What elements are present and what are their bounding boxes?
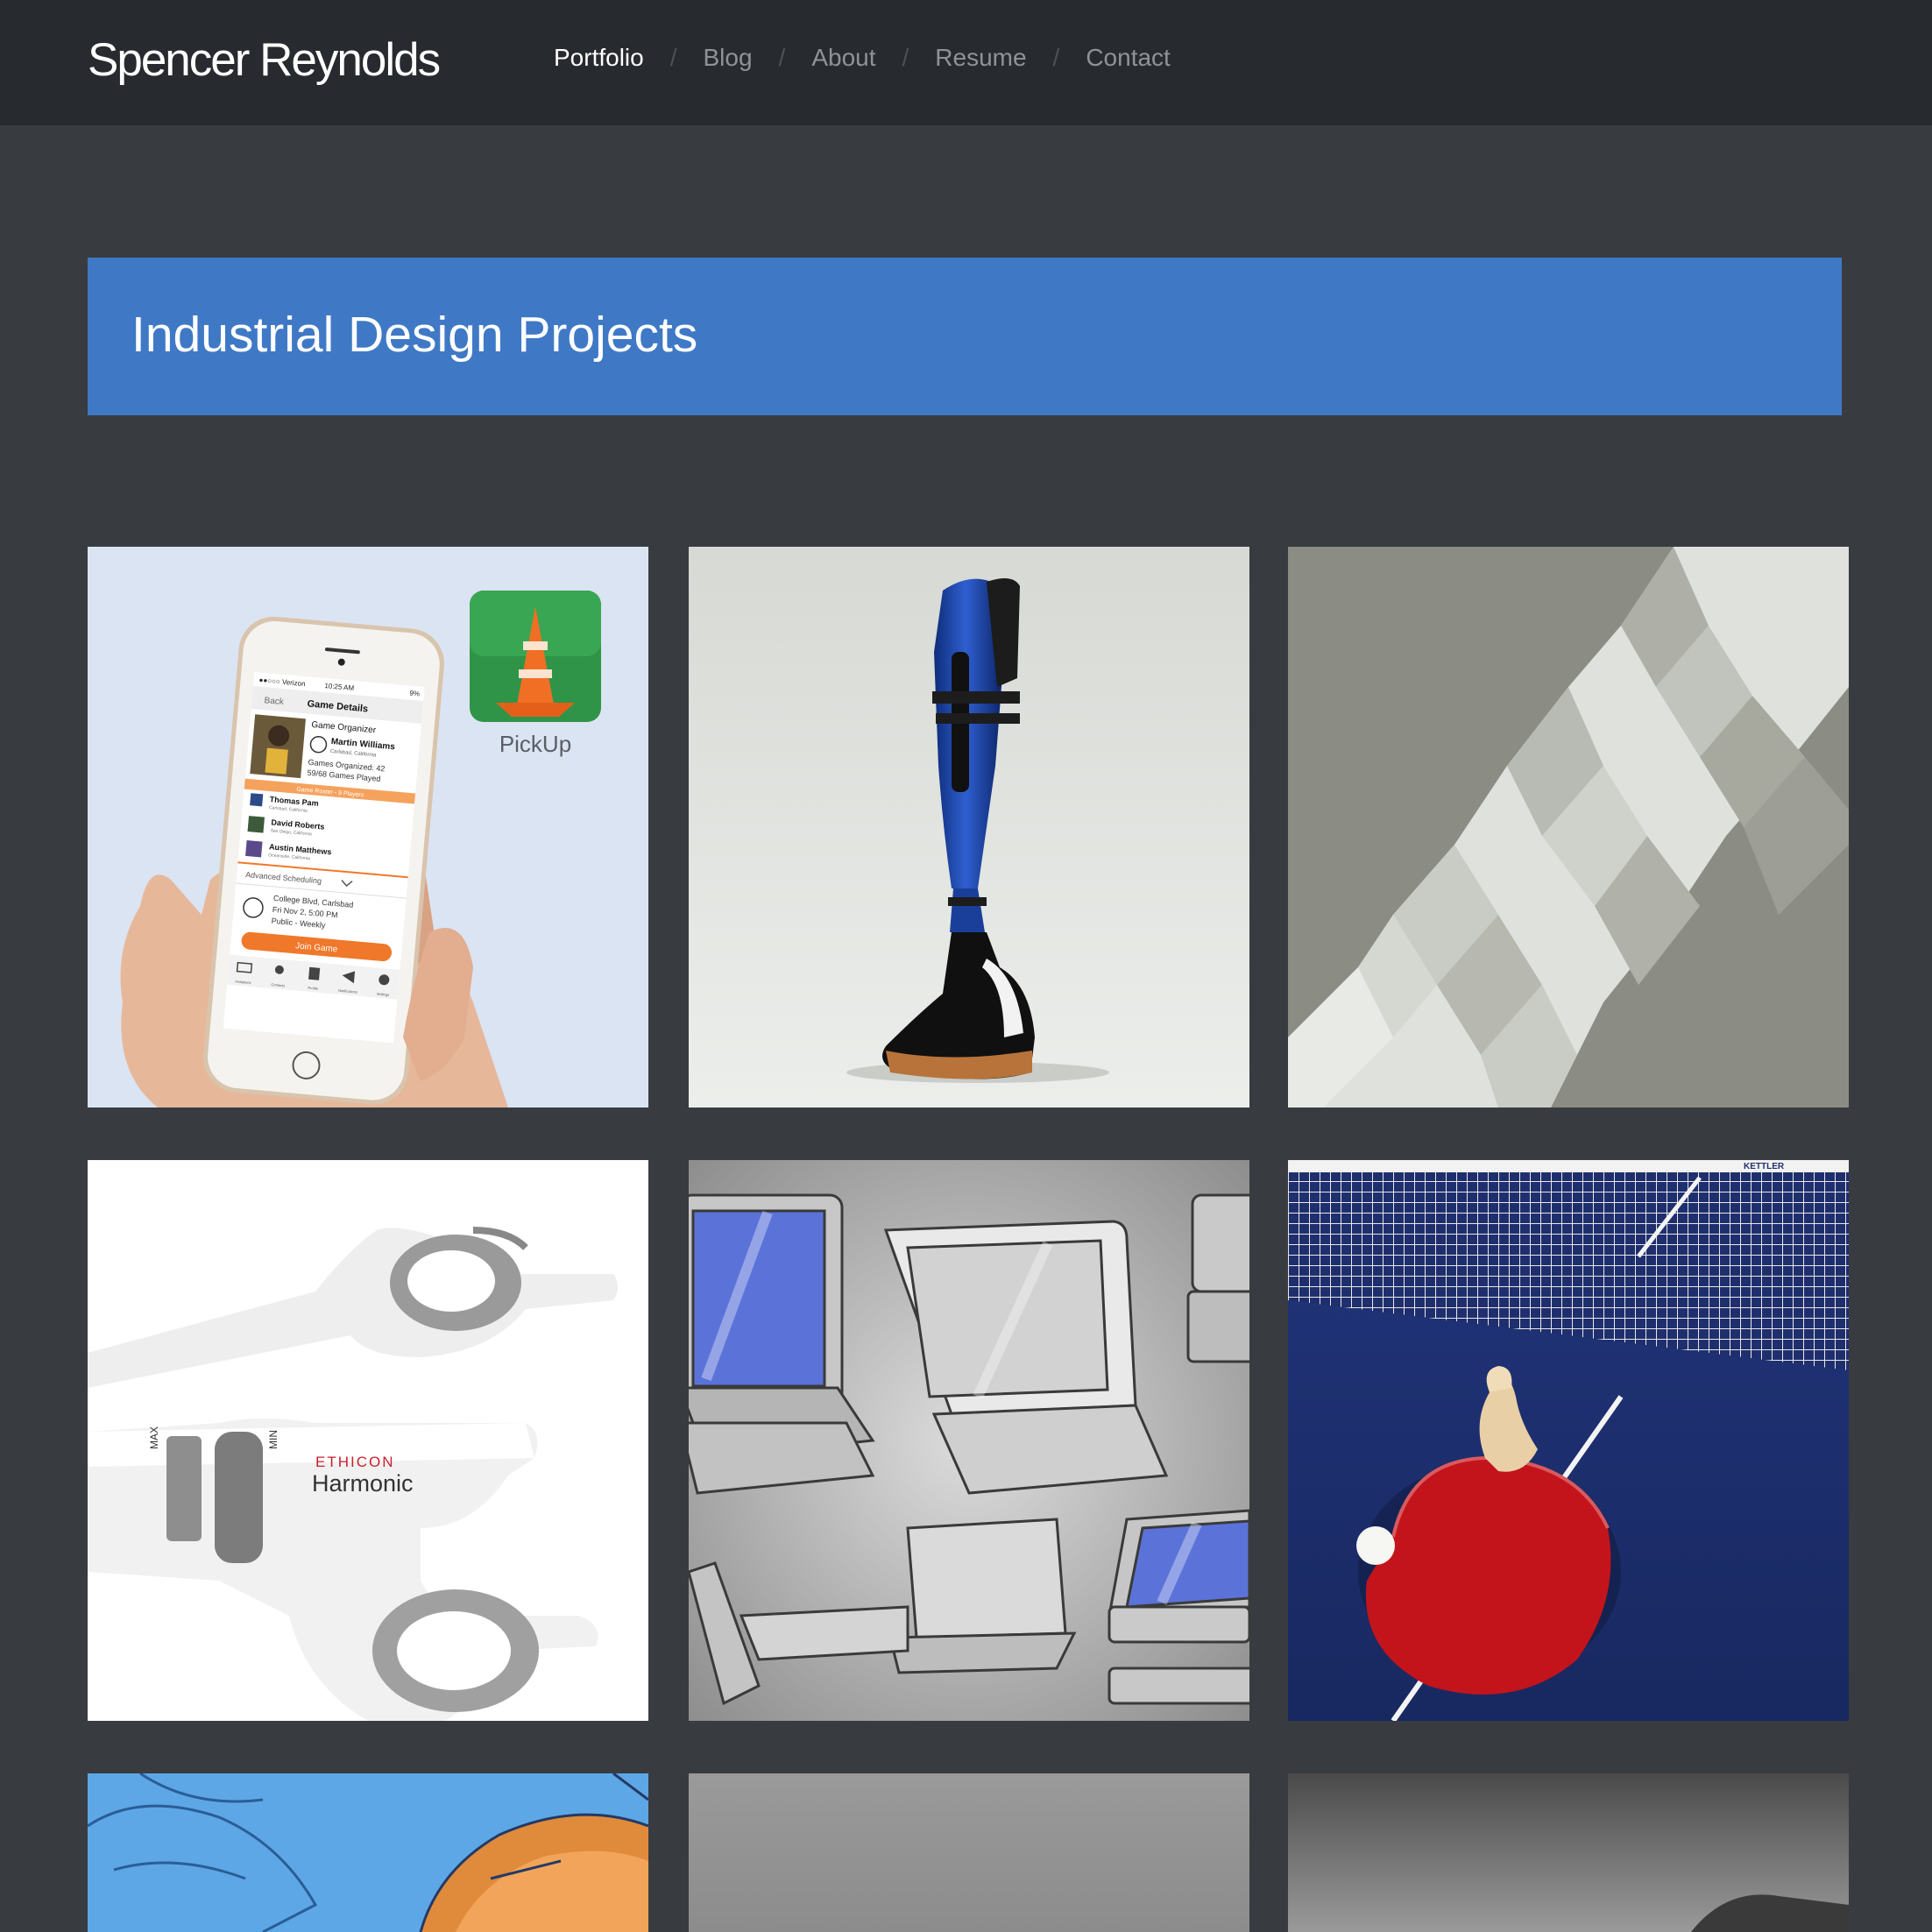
pickup-app-label: PickUp [499,731,571,757]
pickup-app-icon [470,591,601,722]
main-nav: Portfolio / Blog / About / Resume / Cont… [554,44,1171,72]
nav-blog[interactable]: Blog [704,44,753,72]
section-banner: Industrial Design Projects [88,258,1842,415]
tablet-sketches-image [689,1160,1249,1721]
project-tile-pickup-app[interactable]: PickUp ●●○○○ Verizon 10:25 AM 9% Back Ga… [88,547,648,1108]
nav-separator: / [778,44,786,71]
nav-portfolio[interactable]: Portfolio [554,44,644,72]
nav-separator: / [902,44,909,71]
faceted-surface-image [1288,547,1849,1108]
vehicle-sketch-image [88,1773,648,1932]
ethicon-brand: ETHICON [315,1454,395,1470]
nav-contact[interactable]: Contact [1086,44,1171,72]
project-tile-harmonic-device[interactable]: MAX MIN ETHICON Harmonic [88,1160,648,1721]
project-tile-grey[interactable] [689,1773,1249,1932]
pickup-app-image: PickUp ●●○○○ Verizon 10:25 AM 9% Back Ga… [88,547,648,1108]
page-title: Industrial Design Projects [131,307,698,363]
top-navigation-bar: Spencer Reynolds Portfolio / Blog / Abou… [0,0,1932,125]
project-tile-dark[interactable] [1288,1773,1849,1932]
svg-text:MAX: MAX [148,1426,160,1449]
svg-text:Back: Back [264,696,285,707]
svg-text:9%: 9% [409,690,420,698]
project-tile-ping-pong[interactable]: KETTLER [1288,1160,1849,1721]
svg-text:Profile: Profile [308,986,319,991]
prosthetic-leg-image [689,547,1249,1108]
nav-separator: / [669,44,677,71]
grey-project-image [689,1773,1249,1932]
nav-resume[interactable]: Resume [935,44,1026,72]
project-tile-faceted-surface[interactable] [1288,547,1849,1108]
site-title[interactable]: Spencer Reynolds [88,33,441,87]
ping-pong-image: KETTLER [1288,1160,1849,1721]
harmonic-product-name: Harmonic [312,1470,414,1497]
svg-text:MIN: MIN [267,1430,280,1449]
harmonic-device-image: MAX MIN ETHICON Harmonic [88,1160,648,1721]
project-tile-prosthetic-leg[interactable] [689,547,1249,1108]
svg-text:KETTLER: KETTLER [1744,1162,1785,1171]
project-tile-tablet-sketches[interactable] [689,1160,1249,1721]
dark-project-image [1288,1773,1849,1932]
project-tile-vehicle-sketch[interactable] [88,1773,648,1932]
nav-separator: / [1052,44,1060,71]
nav-about[interactable]: About [811,44,875,72]
